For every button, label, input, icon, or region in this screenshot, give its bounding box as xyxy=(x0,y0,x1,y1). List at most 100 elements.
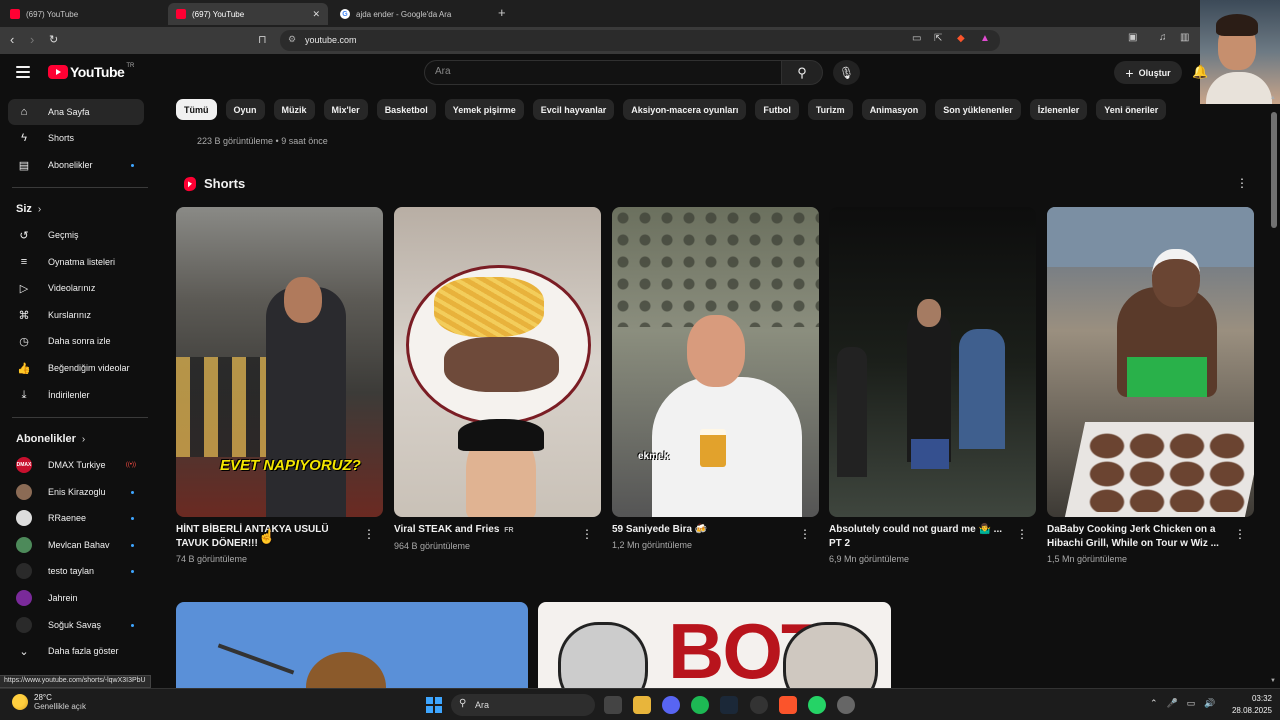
clock-date[interactable]: 28.08.2025 xyxy=(1226,706,1272,715)
video-thumbnail[interactable]: BOT xyxy=(538,602,891,692)
short-thumbnail[interactable]: ekmek xyxy=(612,207,819,517)
steam-icon[interactable] xyxy=(720,696,738,714)
chip[interactable]: Turizm xyxy=(807,99,853,120)
network-icon[interactable]: ▭ xyxy=(1187,698,1196,709)
clock-time[interactable]: 03:32 xyxy=(1234,694,1272,703)
chip[interactable]: Mix'ler xyxy=(323,99,368,120)
more-options-icon[interactable]: ⋮ xyxy=(1234,527,1246,541)
site-info-icon[interactable]: ⚙ xyxy=(288,34,296,45)
new-tab-button[interactable]: + xyxy=(498,5,506,20)
media-icon[interactable]: ♫ xyxy=(1159,32,1167,43)
chip[interactable]: Oyun xyxy=(225,99,265,120)
more-options-icon[interactable]: ⋮ xyxy=(1016,527,1028,541)
short-card[interactable]: ekmek 59 Saniyede Bira 🍻 1,2 Mn görüntül… xyxy=(612,207,819,550)
sidebar-item-downloads[interactable]: ⤓ İndirilenler xyxy=(8,382,144,408)
scroll-up-icon[interactable]: ▲ xyxy=(1270,95,1276,101)
sidebar-show-more[interactable]: ⌄ Daha fazla göster xyxy=(8,638,144,664)
cast-icon[interactable]: ▭ xyxy=(912,33,921,44)
sidebar-item-history[interactable]: ↺ Geçmiş xyxy=(8,222,144,248)
discord-icon[interactable] xyxy=(662,696,680,714)
sidebar-channel[interactable]: Jahrein xyxy=(8,585,144,611)
settings-icon[interactable] xyxy=(837,696,855,714)
notifications-icon[interactable]: 🔔 xyxy=(1192,64,1208,80)
browser-tab-active[interactable]: (697) YouTube ✕ xyxy=(168,3,328,25)
short-card[interactable]: EVET NAPIYORUZ? HİNT BİBERLİ ANTAKYA USU… xyxy=(176,207,383,564)
share-icon[interactable]: ⇱ xyxy=(934,33,942,44)
sidebar-item-home[interactable]: ⌂ Ana Sayfa xyxy=(8,99,144,125)
task-view-icon[interactable] xyxy=(604,696,622,714)
short-title[interactable]: 59 Saniyede Bira 🍻 xyxy=(612,523,797,537)
short-thumbnail[interactable]: EVET NAPIYORUZ? xyxy=(176,207,383,517)
chip[interactable]: Son yüklenenler xyxy=(935,99,1021,120)
sidebar-item-subscriptions[interactable]: ▤ Abonelikler xyxy=(8,152,144,178)
sidebar-subscriptions-heading[interactable]: Abonelikler › xyxy=(16,433,85,445)
chip[interactable]: Animasyon xyxy=(861,99,927,120)
sidebar-you-heading[interactable]: Siz › xyxy=(16,203,41,215)
windows-start-icon[interactable] xyxy=(426,697,442,713)
scroll-down-icon[interactable]: ▼ xyxy=(1270,678,1276,684)
short-thumbnail[interactable] xyxy=(394,207,601,517)
more-options-icon[interactable]: ⋮ xyxy=(1236,176,1248,190)
weather-widget[interactable]: 28°C Genellikle açık xyxy=(12,693,86,711)
short-thumbnail[interactable] xyxy=(829,207,1036,517)
sidebar-item-watch-later[interactable]: ◷ Daha sonra izle xyxy=(8,328,144,354)
short-card[interactable]: DaBaby Cooking Jerk Chicken on a Hibachi… xyxy=(1047,207,1254,564)
chip[interactable]: Basketbol xyxy=(376,99,436,120)
brave-shields-icon[interactable]: ◆ xyxy=(957,33,965,44)
more-options-icon[interactable]: ⋮ xyxy=(581,527,593,541)
back-icon[interactable]: ‹ xyxy=(10,32,14,47)
search-input[interactable] xyxy=(435,66,755,77)
forward-icon[interactable]: › xyxy=(30,32,34,47)
create-button[interactable]: + Oluştur xyxy=(1114,61,1182,84)
whatsapp-icon[interactable] xyxy=(808,696,826,714)
sidebar-item-your-videos[interactable]: ▷ Videolarınız xyxy=(8,275,144,301)
sidebar-channel[interactable]: Mevlcan Bahav xyxy=(8,532,144,558)
file-explorer-icon[interactable] xyxy=(633,696,651,714)
more-options-icon[interactable]: ⋮ xyxy=(799,527,811,541)
chip[interactable]: Müzik xyxy=(273,99,315,120)
short-card[interactable]: Absolutely could not guard me 🤷‍♂️ ... P… xyxy=(829,207,1036,564)
volume-icon[interactable]: 🔊 xyxy=(1204,698,1215,709)
sidebar-channel[interactable]: Enis Kirazoglu xyxy=(8,479,144,505)
url-field[interactable]: ⚙ youtube.com ▭ ⇱ ◆ ▲ xyxy=(280,30,1000,51)
sidebar-item-shorts[interactable]: ϟ Shorts xyxy=(8,125,144,151)
chip[interactable]: İzlenenler xyxy=(1029,99,1088,120)
chip[interactable]: Yemek pişirme xyxy=(444,99,524,120)
scrollbar-thumb[interactable] xyxy=(1271,112,1277,228)
brave-rewards-icon[interactable]: ▲ xyxy=(980,33,990,44)
short-title[interactable]: Viral STEAK and Fries FR xyxy=(394,523,579,538)
browser-tab[interactable]: G ajda ender - Google'da Ara xyxy=(332,3,494,25)
sidebar-item-playlists[interactable]: ≡ Oynatma listeleri xyxy=(8,249,144,275)
chip[interactable]: Tümü xyxy=(176,99,217,120)
sidebar-channel[interactable]: Soğuk Savaş xyxy=(8,612,144,638)
short-card[interactable]: Viral STEAK and Fries FR 964 B görüntüle… xyxy=(394,207,601,551)
sidebar-item-courses[interactable]: ⌘ Kurslarınız xyxy=(8,302,144,328)
chip[interactable]: Futbol xyxy=(755,99,799,120)
guide-menu-icon[interactable] xyxy=(16,66,30,78)
chip[interactable]: Aksiyon-macera oyunları xyxy=(623,99,747,120)
short-thumbnail[interactable] xyxy=(1047,207,1254,517)
sidebar-channel[interactable]: testo taylan xyxy=(8,558,144,584)
search-button[interactable]: ⚲ xyxy=(781,60,823,85)
reload-icon[interactable]: ↻ xyxy=(49,33,58,46)
sidebar-item-liked-videos[interactable]: 👍 Beğendiğim videolar xyxy=(8,355,144,381)
youtube-logo[interactable]: YouTube TR xyxy=(48,63,134,80)
reading-list-icon[interactable]: ▥ xyxy=(1180,32,1189,43)
short-title[interactable]: DaBaby Cooking Jerk Chicken on a Hibachi… xyxy=(1047,523,1232,551)
brave-browser-icon[interactable] xyxy=(779,696,797,714)
video-thumbnail[interactable] xyxy=(176,602,528,692)
sidebar-channel[interactable]: DMAX DMAX Turkiye ((•)) xyxy=(8,452,144,478)
bookmark-icon[interactable]: ⊓ xyxy=(258,33,267,46)
microphone-icon[interactable]: 🎤 xyxy=(1167,698,1178,709)
short-title[interactable]: Absolutely could not guard me 🤷‍♂️ ... P… xyxy=(829,523,1014,551)
spotify-icon[interactable] xyxy=(691,696,709,714)
browser-tab[interactable]: (697) YouTube xyxy=(2,3,166,25)
more-options-icon[interactable]: ⋮ xyxy=(363,527,375,541)
chip[interactable]: Evcil hayvanlar xyxy=(532,99,615,120)
close-tab-icon[interactable]: ✕ xyxy=(312,9,320,20)
sidebar-channel[interactable]: RRaenee xyxy=(8,505,144,531)
voice-search-button[interactable]: 🎙 xyxy=(833,60,860,85)
chevron-up-icon[interactable]: ⌃ xyxy=(1150,698,1158,709)
sidebar-toggle-icon[interactable]: ▣ xyxy=(1128,32,1137,43)
chip[interactable]: Yeni öneriler xyxy=(1096,99,1167,120)
